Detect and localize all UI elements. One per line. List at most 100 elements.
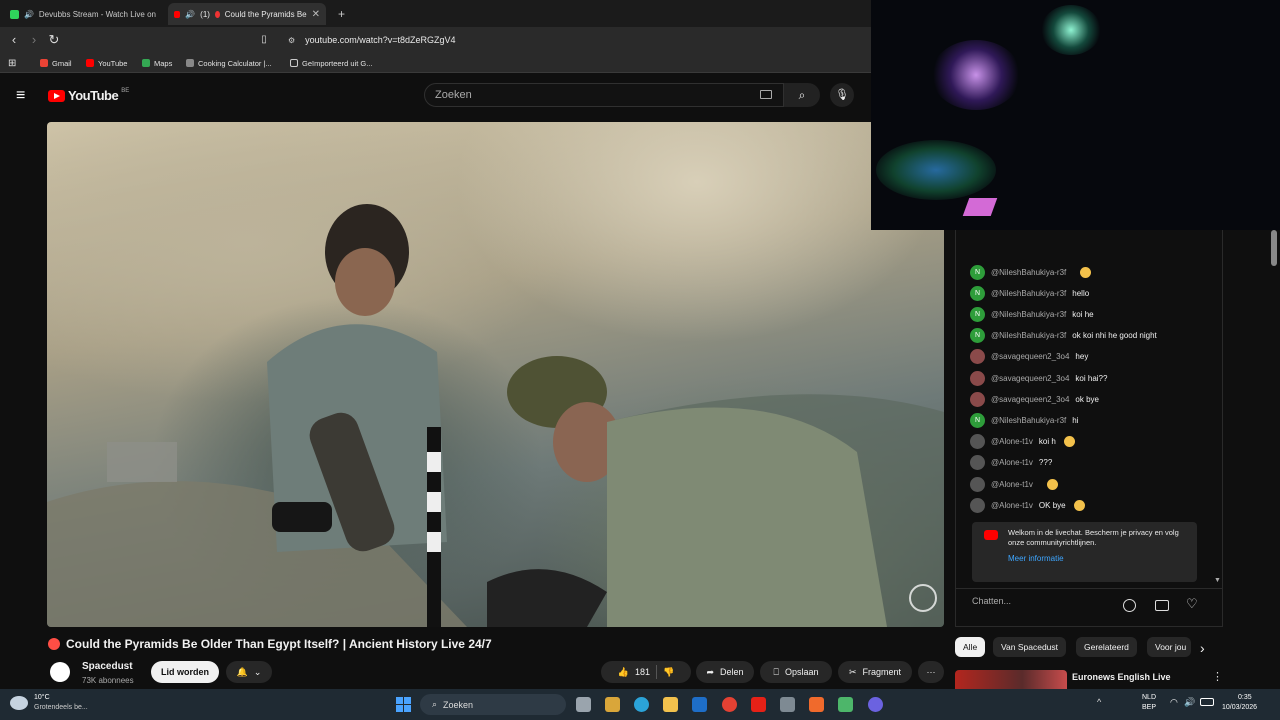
calculator-icon[interactable] <box>780 697 795 712</box>
clip-button[interactable]: ✂ Fragment <box>838 661 912 683</box>
chat-avatar[interactable]: N <box>970 264 985 280</box>
page-scrollbar[interactable] <box>1271 230 1277 266</box>
related-thumbnail[interactable] <box>955 670 1067 689</box>
bookmark-maps[interactable]: Maps <box>142 56 172 70</box>
tab-devubbs[interactable]: 🔊 Devubbs Stream - Watch Live on <box>4 3 162 25</box>
chat-avatar[interactable] <box>970 455 985 471</box>
reload-icon[interactable]: ↻ <box>46 32 62 48</box>
file-explorer-icon[interactable] <box>663 697 678 712</box>
taskbar-search[interactable]: ⌕ Zoeken <box>420 694 566 715</box>
more-actions-button[interactable]: ··· <box>918 661 944 683</box>
search-input[interactable]: Zoeken <box>424 83 784 107</box>
chat-author[interactable]: @Alone-t1v <box>991 437 1033 446</box>
chip-from-channel[interactable]: Van Spacedust <box>993 637 1067 657</box>
video-player[interactable] <box>47 122 944 627</box>
outlook-icon[interactable] <box>692 697 707 712</box>
chat-author[interactable]: @savagequeen2_3o4 <box>991 374 1069 383</box>
video-frame <box>47 204 944 627</box>
chip-for-you[interactable]: Voor jou <box>1147 637 1191 657</box>
tab-pyramids[interactable]: 🔊 (1) Could the Pyramids Be ✕ <box>168 3 326 25</box>
join-button[interactable]: Lid worden <box>151 661 219 683</box>
chat-author[interactable]: @NileshBahukiya-r3f <box>991 331 1066 340</box>
scroll-down-icon[interactable]: ▼ <box>1214 577 1221 584</box>
chat-avatar[interactable] <box>970 434 985 450</box>
chat-avatar[interactable] <box>970 391 985 407</box>
dislike-icon[interactable]: 👎 <box>663 667 674 678</box>
chat-avatar[interactable]: N <box>970 412 985 428</box>
chrome-icon[interactable] <box>722 697 737 712</box>
discord-icon[interactable] <box>868 697 883 712</box>
bookmark-icon[interactable]: ▯ <box>256 32 272 48</box>
tray-chevron-icon[interactable]: ^ <box>1097 697 1101 707</box>
heart-icon[interactable]: ♡ <box>1186 596 1198 612</box>
chat-message: N @NileshBahukiya-r3f koi he <box>970 306 1094 322</box>
bookmark-cooking-calculator[interactable]: Cooking Calculator |... <box>186 56 272 70</box>
chat-avatar[interactable]: N <box>970 285 985 301</box>
like-dislike-group: 👍 181 👎 <box>601 661 691 683</box>
store-icon[interactable] <box>605 697 620 712</box>
search-button[interactable]: ⌕ <box>784 83 820 107</box>
hamburger-menu-icon[interactable]: ≡ <box>16 87 25 105</box>
chat-avatar[interactable]: N <box>970 328 985 344</box>
youtube-app-icon[interactable] <box>751 697 766 712</box>
back-icon[interactable]: ‹ <box>6 32 22 48</box>
chat-author[interactable]: @NileshBahukiya-r3f <box>991 310 1066 319</box>
forward-icon[interactable]: › <box>26 32 42 48</box>
chat-author[interactable]: @NileshBahukiya-r3f <box>991 268 1066 277</box>
bookmark-folder-imported[interactable]: Geïmporteerd uit G... <box>290 56 372 70</box>
chat-input[interactable]: Chatten... <box>972 596 1172 606</box>
chat-avatar[interactable] <box>970 370 985 386</box>
notifications-button[interactable]: 🔔 ⌄ <box>226 661 272 683</box>
task-view-icon[interactable] <box>576 697 591 712</box>
volume-icon[interactable]: 🔊 <box>1184 697 1195 708</box>
related-title[interactable]: Euronews English Live <box>1072 672 1171 682</box>
keyboard-icon[interactable] <box>760 90 772 99</box>
chat-avatar[interactable]: N <box>970 306 985 322</box>
bookmark-youtube[interactable]: YouTube <box>86 56 127 70</box>
apps-icon[interactable]: ⊞ <box>8 56 16 70</box>
chat-avatar[interactable] <box>970 476 985 492</box>
chip-related[interactable]: Gerelateerd <box>1076 637 1137 657</box>
wifi-icon[interactable]: ◠ <box>1170 697 1178 708</box>
super-chat-icon[interactable] <box>1155 600 1169 611</box>
bookmark-label: Geïmporteerd uit G... <box>302 58 373 68</box>
chat-author[interactable]: @savagequeen2_3o4 <box>991 352 1069 361</box>
battery-icon[interactable] <box>1200 698 1214 706</box>
windows-start-icon[interactable] <box>396 697 411 712</box>
chat-avatar[interactable] <box>970 349 985 365</box>
green-light <box>1041 5 1101 55</box>
channel-watermark-icon[interactable] <box>909 584 937 612</box>
chat-avatar[interactable] <box>970 497 985 513</box>
site-info-icon[interactable]: ⚙ <box>288 36 295 45</box>
share-button[interactable]: ➦ Delen <box>696 661 754 683</box>
more-info-link[interactable]: Meer informatie <box>1008 554 1189 564</box>
save-button[interactable]: ⎕ Opslaan <box>760 661 832 683</box>
chat-author[interactable]: @Alone-t1v <box>991 458 1033 467</box>
emoji-icon[interactable] <box>1123 599 1136 612</box>
brave-icon[interactable] <box>809 697 824 712</box>
chevron-right-icon[interactable]: › <box>1200 640 1205 656</box>
bookmark-gmail[interactable]: Gmail <box>40 56 72 70</box>
edge-icon[interactable] <box>634 697 649 712</box>
channel-name[interactable]: Spacedust <box>82 661 133 672</box>
url-field[interactable]: ⚙ youtube.com/watch?v=t8dZeRGZgV4 <box>280 31 860 49</box>
channel-avatar[interactable] <box>50 662 70 682</box>
voice-search-button[interactable]: 🎙 <box>830 83 854 107</box>
chat-author[interactable]: @Alone-t1v <box>991 480 1033 489</box>
like-icon[interactable]: 👍 <box>618 667 629 678</box>
like-count: 181 <box>634 667 651 677</box>
chat-author[interactable]: @NileshBahukiya-r3f <box>991 289 1066 298</box>
app-icon[interactable] <box>838 697 853 712</box>
clock-time[interactable]: 0:35 <box>1238 694 1252 701</box>
chat-author[interactable]: @Alone-t1v <box>991 501 1033 510</box>
chip-all[interactable]: Alle <box>955 637 986 657</box>
youtube-logo[interactable]: YouTube BE <box>48 88 129 103</box>
language-code[interactable]: NLD <box>1142 694 1156 701</box>
weather-icon[interactable] <box>10 696 28 710</box>
new-tab-button[interactable]: + <box>332 3 352 25</box>
more-vert-icon[interactable]: ⋮ <box>1212 670 1223 683</box>
chat-author[interactable]: @savagequeen2_3o4 <box>991 395 1069 404</box>
chat-author[interactable]: @NileshBahukiya-r3f <box>991 416 1066 425</box>
chat-message: @Alone-t1v??? <box>970 455 1052 471</box>
close-tab-icon[interactable]: ✕ <box>312 9 320 20</box>
